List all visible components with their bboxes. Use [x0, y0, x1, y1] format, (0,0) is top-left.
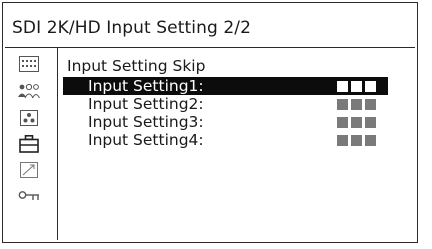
input-setting-2-value[interactable]: [337, 98, 376, 111]
sidebar: [5, 47, 58, 240]
input-setting-2-label: Input Setting2:: [88, 95, 204, 113]
input-setting-4-value[interactable]: [337, 134, 376, 147]
value-block: [365, 135, 376, 146]
value-block: [351, 81, 362, 92]
input-setting-3-label: Input Setting3:: [88, 113, 204, 131]
menu-grid-icon[interactable]: [18, 55, 40, 73]
input-setting-2-row[interactable]: Input Setting2:: [63, 95, 388, 113]
section-title: Input Setting Skip: [67, 57, 206, 75]
value-block: [337, 135, 348, 146]
value-block: [351, 99, 362, 110]
value-block: [351, 135, 362, 146]
value-block: [365, 99, 376, 110]
value-block: [337, 81, 348, 92]
briefcase-icon[interactable]: [18, 135, 40, 153]
value-block: [365, 117, 376, 128]
page-title: SDI 2K/HD Input Setting 2/2: [12, 18, 252, 38]
value-block: [351, 117, 362, 128]
value-block: [337, 99, 348, 110]
key-icon[interactable]: [18, 187, 40, 205]
menu-frame: SDI 2K/HD Input Setting 2/2 Input Settin…: [2, 2, 418, 243]
value-block: [337, 117, 348, 128]
input-setting-1-row[interactable]: Input Setting1:: [63, 77, 388, 95]
input-setting-3-row[interactable]: Input Setting3:: [63, 113, 388, 131]
input-setting-4-row[interactable]: Input Setting4:: [63, 131, 388, 149]
main-content: Input Setting Skip Input Setting1: Input…: [58, 47, 415, 240]
value-block: [365, 81, 376, 92]
input-setting-1-label: Input Setting1:: [88, 77, 204, 95]
users-icon[interactable]: [18, 82, 40, 100]
input-setting-3-value[interactable]: [337, 116, 376, 129]
dots-icon[interactable]: [18, 109, 40, 127]
trend-arrow-icon[interactable]: [18, 161, 40, 179]
input-setting-4-label: Input Setting4:: [88, 131, 204, 149]
input-setting-1-value[interactable]: [337, 80, 376, 93]
